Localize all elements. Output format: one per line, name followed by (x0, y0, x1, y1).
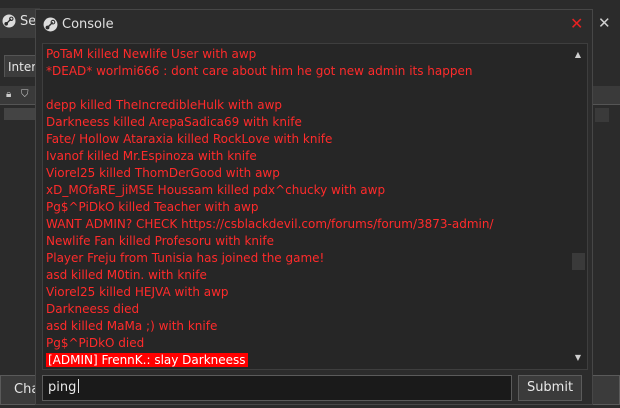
log-line: Pg$^PiDkO killed Teacher with awp (46, 200, 259, 214)
server-list-row[interactable] (4, 108, 36, 120)
log-line: Darkneess killed ArepaSadica69 with knif… (46, 115, 302, 129)
tab-internet[interactable]: Inter (4, 55, 36, 77)
shield-icon[interactable]: ⛉ (21, 89, 29, 100)
scroll-up-arrow-icon[interactable]: ▲ (571, 48, 585, 62)
console-window: Console ✕ PoTaM killed Newlife User with… (35, 9, 593, 405)
steam-logo-icon (43, 17, 58, 32)
server-list-header-right (592, 86, 620, 105)
log-line: asd killed M0tin. with knife (46, 268, 207, 282)
log-line: Fate/ Hollow Ataraxia killed RockLove wi… (46, 132, 333, 146)
log-line: Viorel25 killed ThomDerGood with awp (46, 166, 280, 180)
console-command-input[interactable]: ping (42, 375, 512, 401)
log-line: WANT ADMIN? CHECK https://csblackdevil.c… (46, 217, 494, 231)
log-line: xD_MOfaRE_jiMSE Houssam killed pdx^chuck… (46, 183, 386, 197)
command-input-value: ping (48, 380, 77, 395)
console-log[interactable]: PoTaM killed Newlife User with awp *DEAD*… (42, 43, 588, 370)
log-line-admin-highlight: [ADMIN] FrennK.: slay Darkneess (46, 352, 569, 369)
console-log-lines: PoTaM killed Newlife User with awp *DEAD*… (46, 46, 569, 369)
log-line: Pg$^PiDkO died (46, 336, 145, 350)
close-icon[interactable]: ✕ (570, 14, 583, 33)
text-caret (78, 379, 80, 393)
scroll-thumb[interactable] (572, 253, 585, 270)
servers-close-icon[interactable]: ✕ (598, 14, 611, 32)
log-scrollbar[interactable]: ▲ ▼ (571, 46, 585, 367)
log-line: asd killed MaMa ;) with knife (46, 319, 218, 333)
submit-button[interactable]: Submit (518, 375, 582, 401)
server-list-scrollbar[interactable] (595, 108, 609, 122)
admin-message-text: [ADMIN] FrennK.: slay Darkneess (46, 353, 248, 367)
log-line: *DEAD* worlmi666 : dont care about him h… (46, 64, 473, 78)
change-filters-button[interactable]: Cha (0, 375, 40, 405)
servers-window-title: Se (20, 14, 37, 29)
scroll-down-arrow-icon[interactable]: ▼ (571, 351, 585, 365)
log-line: PoTaM killed Newlife User with awp (46, 47, 257, 61)
log-line: depp killed TheIncredibleHulk with awp (46, 98, 282, 112)
log-line: Newlife Fan killed Profesoru with knife (46, 234, 274, 248)
log-line: Viorel25 killed HEJVA with awp (46, 285, 229, 299)
lock-icon[interactable]: 🔒︎ (6, 89, 11, 100)
log-line: Darkneess died (46, 302, 140, 316)
log-line: Player Freju from Tunisia has joined the… (46, 251, 325, 265)
console-title: Console (62, 17, 114, 32)
log-line: Ivanof killed Mr.Espinoza with knife (46, 149, 257, 163)
steam-logo-icon (2, 14, 16, 28)
